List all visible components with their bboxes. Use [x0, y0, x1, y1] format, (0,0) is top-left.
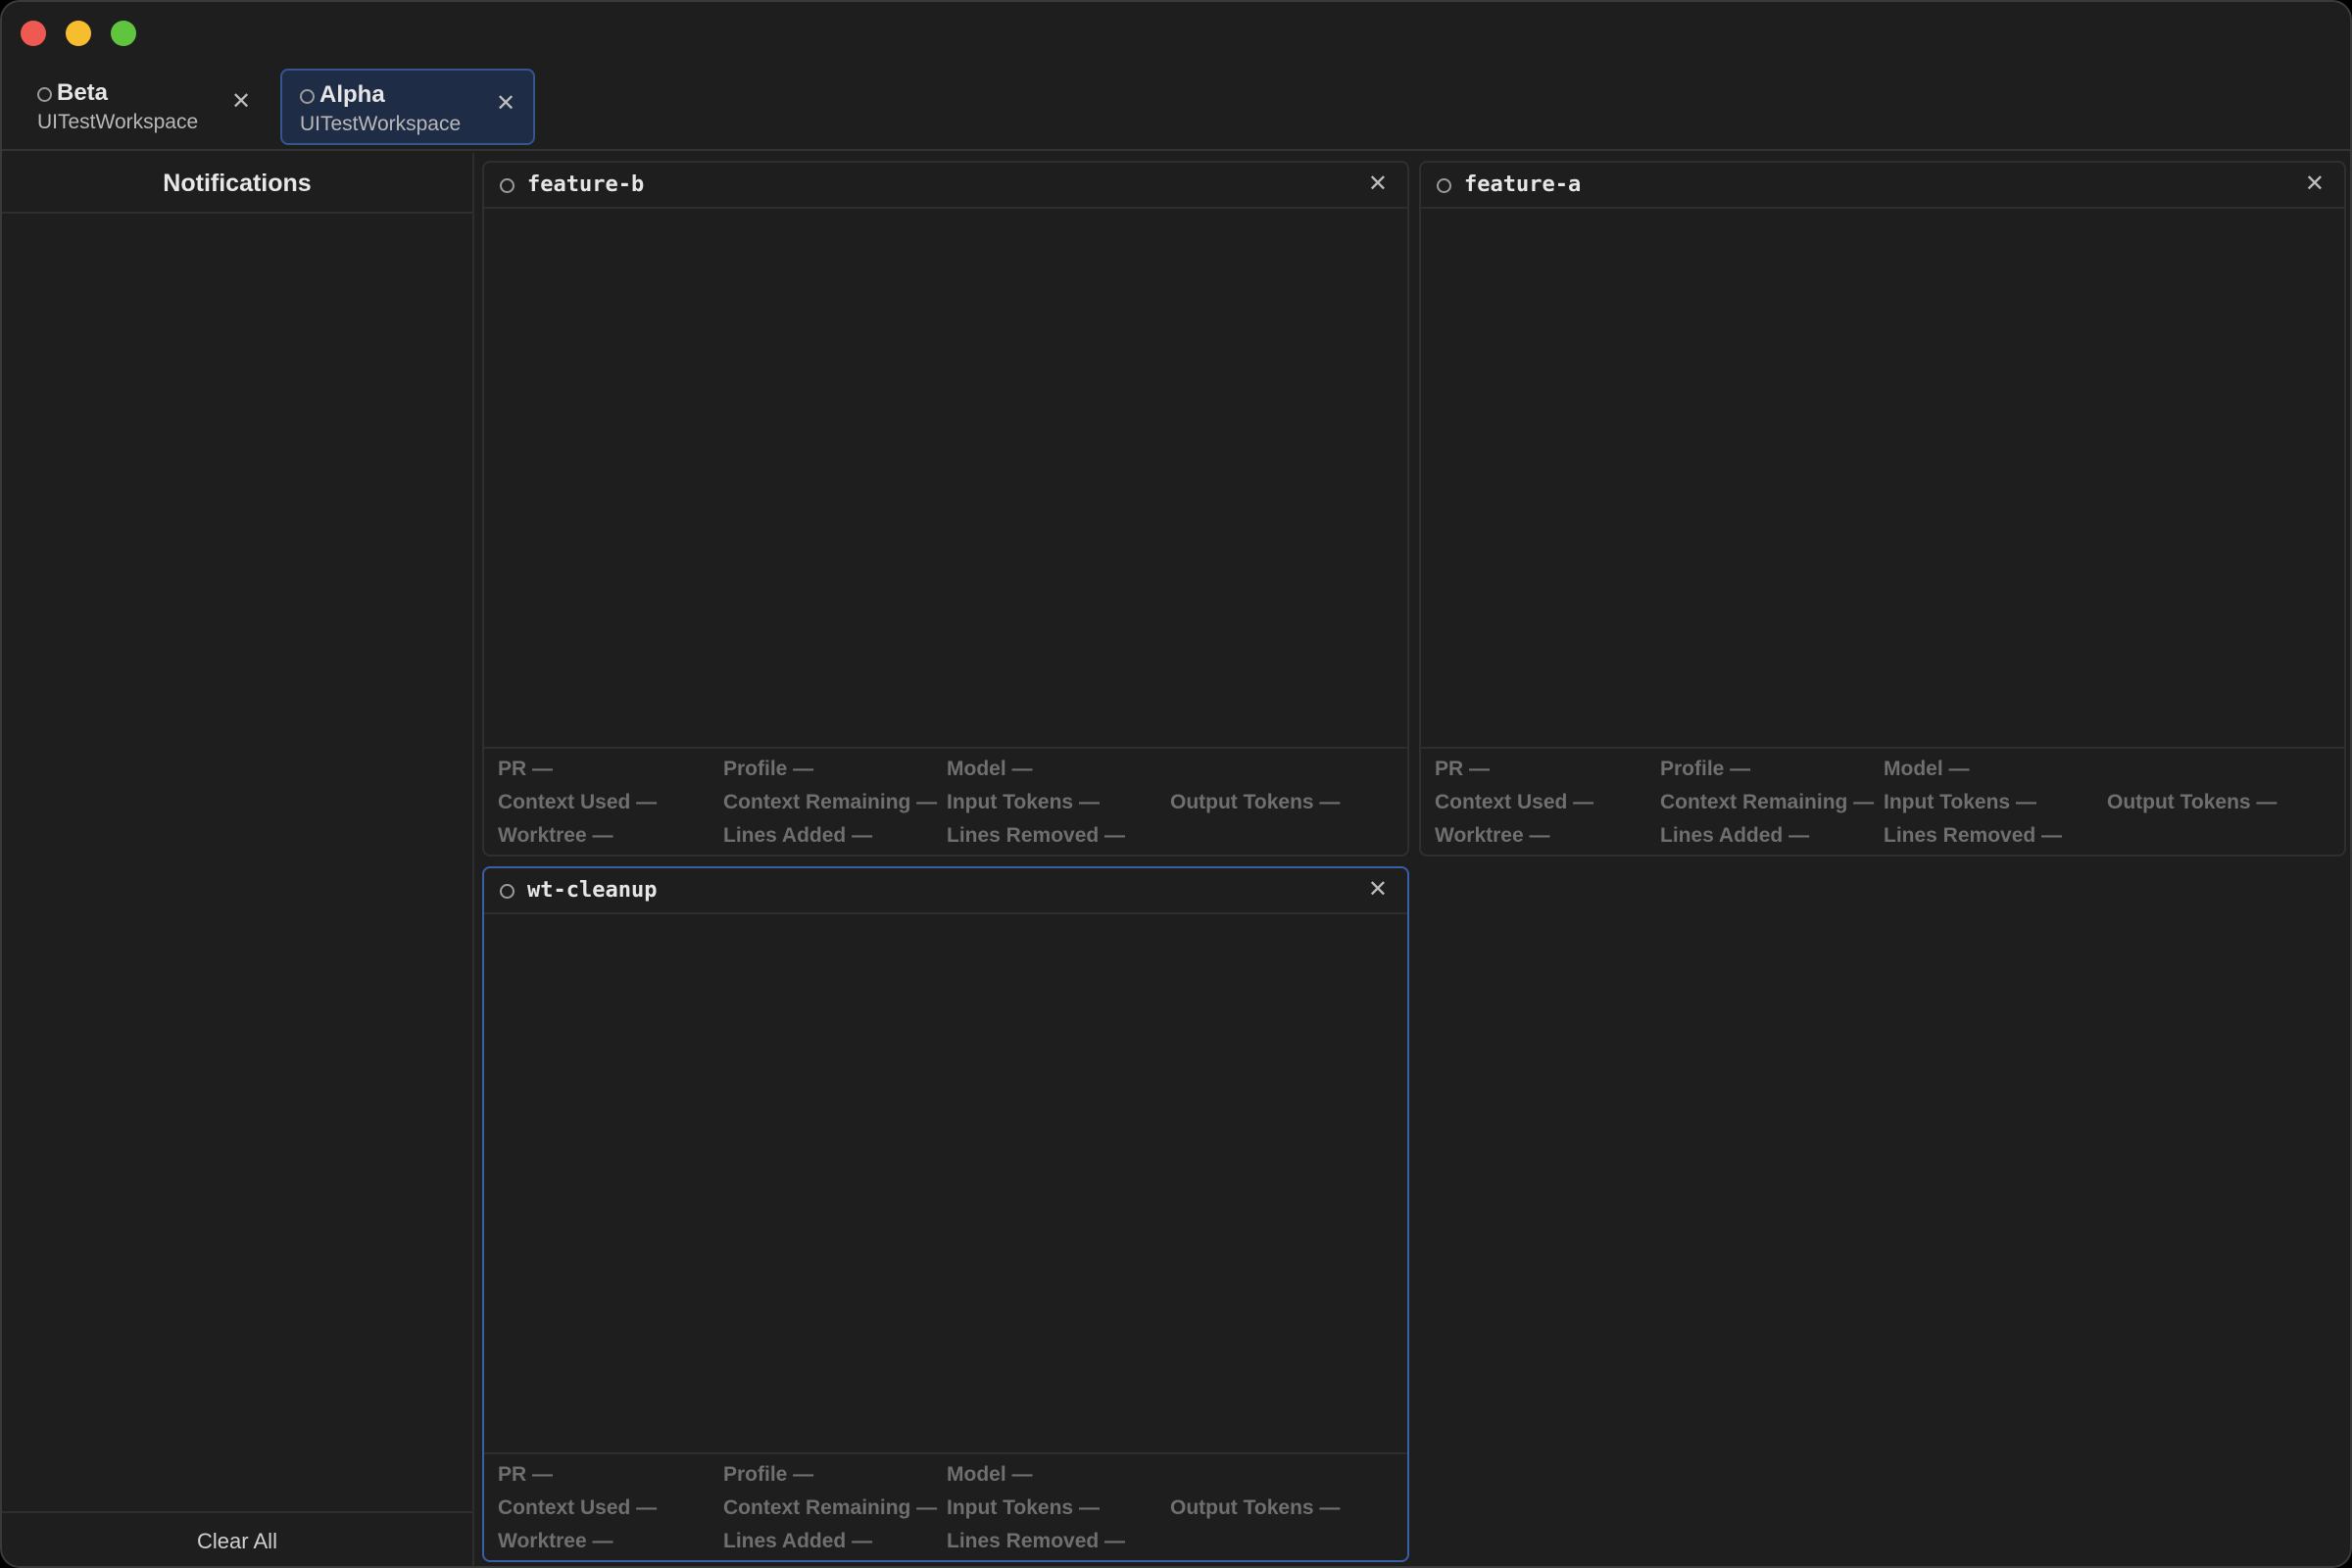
stat-lines-added: Lines Added —: [1660, 824, 1810, 847]
stat-input-tokens: Input Tokens —: [947, 1496, 1100, 1519]
tab-title: Alpha: [319, 81, 385, 108]
status-circle-icon: [1437, 178, 1451, 193]
close-icon[interactable]: ✕: [2305, 172, 2325, 196]
clear-all-button[interactable]: Clear All: [2, 1511, 472, 1566]
stat-context-remaining: Context Remaining —: [723, 1496, 938, 1519]
stat-lines-removed: Lines Removed —: [947, 824, 1126, 847]
pane-stats: PR — Profile — Model — Context Used — Co…: [484, 747, 1407, 855]
pane-wt-cleanup[interactable]: wt-cleanup ✕ PR — Profile — Model — Cont…: [482, 866, 1409, 1562]
stat-output-tokens: Output Tokens —: [1170, 1496, 1341, 1519]
status-circle-icon: [37, 87, 52, 102]
pane-stats: PR — Profile — Model — Context Used — Co…: [484, 1452, 1407, 1560]
pane-title: wt-cleanup: [527, 878, 658, 903]
close-icon[interactable]: ✕: [1368, 878, 1388, 902]
stat-lines-added: Lines Added —: [723, 1530, 873, 1552]
stat-lines-added: Lines Added —: [723, 824, 873, 847]
app-window: Beta UITestWorkspace ✕ Alpha UITestWorks…: [0, 0, 2352, 1568]
window-close-button[interactable]: [21, 21, 46, 46]
stat-context-used: Context Used —: [498, 1496, 658, 1519]
stat-context-remaining: Context Remaining —: [723, 791, 938, 813]
stat-profile: Profile —: [723, 1463, 814, 1486]
stat-model: Model —: [947, 1463, 1033, 1486]
tab-workspace: UITestWorkspace: [300, 113, 462, 135]
stat-model: Model —: [947, 758, 1033, 780]
pane-feature-a[interactable]: feature-a ✕ PR — Profile — Model — Conte…: [1419, 161, 2346, 857]
sidebar-title: Notifications: [2, 153, 472, 214]
close-icon[interactable]: ✕: [1368, 172, 1388, 196]
stat-context-remaining: Context Remaining —: [1660, 791, 1875, 813]
close-icon[interactable]: ✕: [494, 92, 517, 116]
status-circle-icon: [500, 884, 514, 899]
stat-profile: Profile —: [1660, 758, 1751, 780]
pane-header: feature-b ✕: [484, 163, 1407, 209]
pane-stats: PR — Profile — Model — Context Used — Co…: [1421, 747, 2344, 855]
pane-header: feature-a ✕: [1421, 163, 2344, 209]
close-icon[interactable]: ✕: [229, 90, 253, 114]
stat-worktree: Worktree —: [1435, 824, 1550, 847]
stat-context-used: Context Used —: [498, 791, 658, 813]
status-circle-icon: [300, 89, 315, 104]
stat-input-tokens: Input Tokens —: [947, 791, 1100, 813]
stat-input-tokens: Input Tokens —: [1884, 791, 2036, 813]
title-bar: Beta UITestWorkspace ✕ Alpha UITestWorks…: [2, 2, 2350, 151]
pane-title: feature-a: [1464, 172, 1582, 197]
stat-lines-removed: Lines Removed —: [1884, 824, 2063, 847]
pane-header: wt-cleanup ✕: [484, 868, 1407, 914]
stat-model: Model —: [1884, 758, 1970, 780]
pane-title: feature-b: [527, 172, 645, 197]
stat-context-used: Context Used —: [1435, 791, 1594, 813]
stat-worktree: Worktree —: [498, 824, 613, 847]
status-circle-icon: [500, 178, 514, 193]
notifications-sidebar: Notifications Clear All: [2, 153, 474, 1566]
tab-workspace: UITestWorkspace: [37, 111, 199, 133]
tab-title: Beta: [57, 79, 109, 106]
pane-feature-b[interactable]: feature-b ✕ PR — Profile — Model — Conte…: [482, 161, 1409, 857]
tab-alpha[interactable]: Alpha UITestWorkspace ✕: [280, 69, 535, 145]
stat-pr: PR —: [498, 1463, 554, 1486]
tab-beta[interactable]: Beta UITestWorkspace ✕: [20, 69, 261, 145]
stat-lines-removed: Lines Removed —: [947, 1530, 1126, 1552]
stat-output-tokens: Output Tokens —: [1170, 791, 1341, 813]
window-minimize-button[interactable]: [66, 21, 91, 46]
stat-pr: PR —: [498, 758, 554, 780]
stat-pr: PR —: [1435, 758, 1491, 780]
window-zoom-button[interactable]: [111, 21, 136, 46]
stat-worktree: Worktree —: [498, 1530, 613, 1552]
stat-profile: Profile —: [723, 758, 814, 780]
stat-output-tokens: Output Tokens —: [2107, 791, 2278, 813]
